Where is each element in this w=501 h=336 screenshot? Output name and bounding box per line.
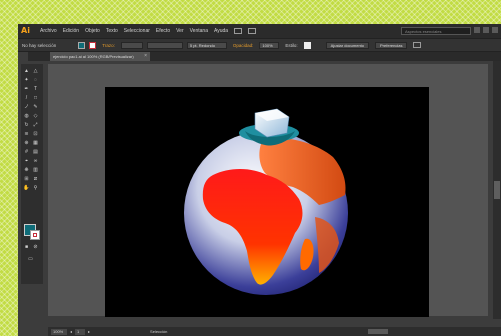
slice-tool-icon[interactable]: ⧄: [32, 176, 39, 182]
artboard-number: 1: [77, 328, 80, 334]
direct-selection-tool-icon[interactable]: △: [32, 68, 39, 74]
stroke-color-box[interactable]: [30, 230, 40, 240]
stroke-label[interactable]: Trazo:: [98, 43, 119, 48]
zoom-dropdown[interactable]: 100%: [51, 328, 67, 335]
type-tool-icon[interactable]: T: [32, 86, 39, 92]
artboard[interactable]: [105, 87, 429, 317]
pencil-icon[interactable]: ✎: [32, 104, 39, 110]
document-tab-title: ejercicio pac1.ai al 100% (RGB/Previsual…: [53, 54, 134, 59]
minimize-icon[interactable]: [474, 27, 480, 33]
menu-ayuda[interactable]: Ayuda: [211, 28, 231, 34]
document-tab[interactable]: ejercicio pac1.ai al 100% (RGB/Previsual…: [50, 52, 150, 61]
selection-tool-icon[interactable]: ▲: [23, 68, 30, 74]
free-transform-icon[interactable]: ⊡: [32, 131, 39, 137]
search-input[interactable]: Aspectos esenciales: [401, 27, 471, 35]
close-icon[interactable]: [492, 27, 498, 33]
paintbrush-icon[interactable]: ノ: [23, 104, 30, 110]
document-tab-bar: ejercicio pac1.ai al 100% (RGB/Previsual…: [28, 52, 501, 61]
globe-illustration: [184, 108, 348, 295]
lasso-icon[interactable]: ◌: [32, 77, 39, 83]
rotate-tool-icon[interactable]: ↻: [23, 122, 30, 128]
scale-tool-icon[interactable]: ⤢: [32, 122, 39, 128]
menu-edicion[interactable]: Edición: [60, 28, 82, 34]
zoom-tool-icon[interactable]: ⚲: [32, 185, 39, 191]
color-mode-icon[interactable]: ■: [23, 244, 30, 250]
illustrator-window: Ai Archivo Edición Objeto Texto Seleccio…: [18, 24, 501, 336]
graph-tool-icon[interactable]: ▥: [32, 167, 39, 173]
selection-status: No hay selección: [22, 42, 57, 48]
style-label: Estilo:: [285, 42, 298, 48]
opacity-label[interactable]: Opacidad:: [229, 43, 258, 48]
horizontal-scroll-thumb[interactable]: [368, 329, 388, 334]
none-color-icon[interactable]: ⊘: [32, 244, 39, 250]
illustrator-logo: Ai: [21, 26, 30, 35]
stroke-indicator: [33, 233, 37, 237]
prev-artboard-icon[interactable]: ◂: [70, 329, 72, 334]
bridge-icon[interactable]: [234, 28, 243, 34]
zoom-value: 100%: [53, 328, 64, 334]
menu-ventana[interactable]: Ventana: [187, 28, 211, 34]
eraser-icon[interactable]: ◇: [32, 113, 39, 119]
vertical-scroll-thumb[interactable]: [494, 181, 500, 199]
brush-label: 5 pt. Redondo: [189, 42, 216, 48]
next-artboard-icon[interactable]: ▸: [88, 329, 90, 334]
menu-efecto[interactable]: Efecto: [153, 28, 173, 34]
workspace-label: Aspectos esenciales: [405, 28, 442, 34]
brush-dropdown[interactable]: 5 pt. Redondo: [186, 41, 227, 49]
shape-builder-icon[interactable]: ⊕: [23, 140, 30, 146]
menu-archivo[interactable]: Archivo: [37, 28, 60, 34]
gradient-tool-icon[interactable]: ▤: [32, 149, 39, 155]
artboard-number-input[interactable]: 1: [75, 328, 86, 335]
window-controls: [474, 27, 498, 33]
symbol-sprayer-icon[interactable]: ❋: [23, 167, 30, 173]
opacity-value: 100%: [262, 42, 273, 48]
tools-panel: ▲ △ ✦ ◌ ✒ T / □ ノ ✎ ◍ ◇ ↻ ⤢ ≋ ⊡ ⊕ ▦ # ▤ …: [21, 64, 43, 284]
style-swatch[interactable]: [303, 41, 311, 49]
control-bar: No hay selección Trazo: 5 pt. Redondo Op…: [18, 38, 501, 52]
fill-swatch[interactable]: [78, 41, 86, 49]
document-setup-button[interactable]: Ajustar documento: [325, 41, 370, 49]
hand-tool-icon[interactable]: ✋: [23, 185, 30, 191]
maximize-icon[interactable]: [483, 27, 489, 33]
menu-texto[interactable]: Texto: [103, 28, 121, 34]
artboard-tool-icon[interactable]: ⊞: [23, 176, 30, 182]
screen-mode-icon[interactable]: ▭: [27, 256, 34, 262]
menu-bar: Ai Archivo Edición Objeto Texto Seleccio…: [18, 24, 501, 38]
menu-seleccionar[interactable]: Seleccionar: [121, 28, 153, 34]
mesh-tool-icon[interactable]: #: [23, 149, 30, 155]
line-tool-icon[interactable]: /: [23, 95, 30, 101]
close-tab-icon[interactable]: ×: [144, 52, 147, 61]
magic-wand-icon[interactable]: ✦: [23, 77, 30, 83]
eyedropper-icon[interactable]: ⌖: [23, 158, 30, 164]
stroke-weight-dropdown[interactable]: [120, 41, 143, 49]
menu-objeto[interactable]: Objeto: [82, 28, 103, 34]
status-bar: 100% ◂ 1 ▸ Selección: [48, 327, 501, 336]
width-tool-icon[interactable]: ≋: [23, 131, 30, 137]
blob-brush-icon[interactable]: ◍: [23, 113, 30, 119]
rectangle-tool-icon[interactable]: □: [32, 95, 39, 101]
status-info: Selección: [150, 329, 168, 334]
arrange-documents-icon[interactable]: [248, 28, 257, 34]
stroke-swatch[interactable]: [89, 41, 97, 49]
vertical-scrollbar[interactable]: [493, 61, 501, 319]
opacity-input[interactable]: 100%: [259, 41, 280, 49]
blend-tool-icon[interactable]: ∞: [32, 158, 39, 164]
arrange-icon[interactable]: [413, 42, 422, 48]
menu-ver[interactable]: Ver: [173, 28, 187, 34]
pen-tool-icon[interactable]: ✒: [23, 86, 30, 92]
perspective-grid-icon[interactable]: ▦: [32, 140, 39, 146]
preferences-button[interactable]: Preferencias: [375, 41, 408, 49]
variable-width-dropdown[interactable]: [146, 41, 183, 49]
canvas[interactable]: [48, 64, 488, 317]
